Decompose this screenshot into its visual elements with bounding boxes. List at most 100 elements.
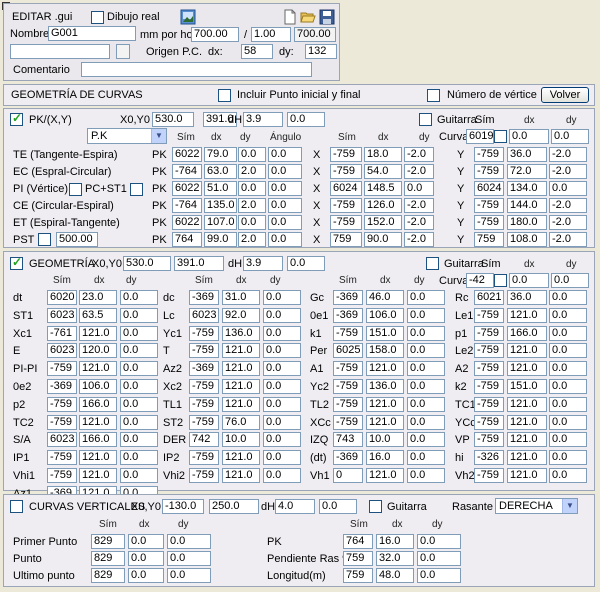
geom-cell[interactable]: 121.0 [507, 450, 547, 466]
pk-row-cell[interactable]: 6024 [330, 181, 362, 196]
geom-cell[interactable]: 10.0 [366, 432, 404, 448]
pk-curva-input[interactable]: 6019 [466, 129, 494, 144]
ratio-input[interactable]: 1.00 [251, 27, 291, 42]
vert-cell[interactable]: 0.0 [417, 551, 461, 566]
pk-row-cell[interactable]: -2.0 [404, 232, 434, 247]
pk-row-cell[interactable]: 135.0 [204, 198, 237, 213]
pk-row-cell[interactable]: -2.0 [549, 215, 587, 230]
geom-cell[interactable]: 166.0 [79, 396, 117, 412]
pk-row-cell[interactable]: 6024 [474, 181, 504, 196]
geom-cell[interactable]: 0.0 [407, 396, 445, 412]
pk-row-cell[interactable]: -2.0 [404, 147, 434, 162]
geom-cell[interactable]: 0.0 [407, 432, 445, 448]
pk-row-cell[interactable]: 0.0 [268, 232, 302, 247]
geom-cell[interactable]: 0.0 [549, 468, 587, 483]
pk-row-cell[interactable]: 36.0 [507, 147, 547, 162]
geom-cell[interactable]: -369 [47, 379, 77, 394]
origen-dx-input[interactable]: 58 [241, 44, 273, 59]
geom-cell[interactable]: -369 [333, 450, 363, 466]
geom-cell[interactable]: 23.0 [79, 290, 117, 305]
pk-row-cell[interactable]: 0.0 [238, 181, 266, 196]
geom-cell[interactable]: 743 [333, 432, 363, 448]
pk-row-cell[interactable]: 107.0 [204, 215, 237, 230]
geom-cell[interactable]: 151.0 [507, 379, 547, 394]
geom-cell[interactable]: 121.0 [507, 396, 547, 412]
pk-row-cell[interactable]: 0.0 [238, 147, 266, 162]
geom-cell[interactable]: 106.0 [79, 379, 117, 394]
pk-row-cell[interactable]: 54.0 [364, 164, 402, 179]
pk-row-cell[interactable]: 759 [474, 232, 504, 247]
geom-cell[interactable]: 0.0 [263, 325, 301, 341]
pst-checkbox[interactable] [38, 233, 51, 246]
vert-cell[interactable]: 48.0 [376, 568, 414, 583]
pk-row-cell[interactable]: 144.0 [507, 198, 547, 213]
geom-cell[interactable]: -759 [474, 468, 504, 483]
geom-cell[interactable]: 0.0 [120, 414, 158, 430]
geom-cell[interactable]: 36.0 [507, 290, 547, 305]
pk-row-cell[interactable]: -764 [172, 198, 202, 213]
geom-cell[interactable]: 0.0 [120, 343, 158, 359]
geom-curva-dx-input[interactable]: 0.0 [509, 273, 549, 288]
geom-cell[interactable]: 136.0 [366, 379, 404, 394]
geom-cell[interactable]: 121.0 [222, 396, 260, 412]
vert-cell[interactable]: 829 [91, 534, 125, 549]
pk-row-cell[interactable]: 0.0 [549, 181, 587, 196]
vert-cell[interactable]: 764 [343, 534, 373, 549]
pk-row-cell[interactable]: 108.0 [507, 232, 547, 247]
geom-cell[interactable]: -759 [333, 361, 363, 377]
pk-row-cell[interactable]: 134.0 [507, 181, 547, 196]
pk-row-cell[interactable]: -759 [330, 164, 362, 179]
geom-cell[interactable]: 0.0 [549, 379, 587, 394]
geom-cell[interactable]: 166.0 [507, 325, 547, 341]
pk-row-cell[interactable]: -2.0 [549, 232, 587, 247]
pk-row-cell[interactable]: 90.0 [364, 232, 402, 247]
geom-cell[interactable]: 0.0 [120, 379, 158, 394]
geom-cell[interactable]: -759 [474, 432, 504, 448]
volver-button[interactable]: Volver [541, 87, 589, 103]
geom-cell[interactable]: 6023 [47, 343, 77, 359]
pc-st1-checkbox-left[interactable] [69, 183, 82, 196]
verticales-guitarra-checkbox[interactable] [369, 500, 382, 513]
geom-cell[interactable]: 0.0 [549, 450, 587, 466]
geom-cell[interactable]: -759 [47, 450, 77, 466]
geom-cell[interactable]: -759 [47, 361, 77, 377]
geom-cell[interactable]: -759 [333, 414, 363, 430]
geom-checkbox[interactable] [10, 255, 23, 270]
pk-curva-checkbox[interactable] [494, 130, 507, 143]
geom-cell[interactable]: -759 [474, 325, 504, 341]
geom-cell[interactable]: 0.0 [263, 307, 301, 323]
pst-input[interactable]: 500.00 [56, 232, 98, 247]
geom-cell[interactable]: 0.0 [549, 361, 587, 377]
geom-cell[interactable]: 121.0 [222, 361, 260, 377]
geom-cell[interactable]: 0.0 [549, 290, 587, 305]
pk-row-cell[interactable]: 6022 [172, 181, 202, 196]
chevron-down-icon[interactable]: ▼ [562, 499, 577, 513]
geom-cell[interactable]: -759 [474, 396, 504, 412]
geom-cell[interactable]: -759 [189, 325, 219, 341]
geom-cell[interactable]: 0.0 [407, 343, 445, 359]
geom-y0-input[interactable]: 391.0 [174, 256, 224, 271]
pk-row-cell[interactable]: -759 [330, 198, 362, 213]
pk-row-cell[interactable]: -2.0 [404, 164, 434, 179]
geom-cell[interactable]: 0.0 [407, 468, 445, 483]
pk-row-cell[interactable]: 2.0 [238, 198, 266, 213]
pk-row-cell[interactable]: 764 [172, 232, 202, 247]
pk-curva-dy-input[interactable]: 0.0 [551, 129, 589, 144]
geom-cell[interactable]: -759 [189, 343, 219, 359]
vert-cell[interactable]: 0.0 [417, 534, 461, 549]
blank-field-1[interactable] [10, 44, 110, 59]
pk-row-cell[interactable]: 126.0 [364, 198, 402, 213]
pk-row-cell[interactable]: 0.0 [268, 181, 302, 196]
geom-cell[interactable]: -369 [189, 361, 219, 377]
pk-row-cell[interactable]: -764 [172, 164, 202, 179]
geom-cell[interactable]: 6021 [474, 290, 504, 305]
pk-row-cell[interactable]: 6022 [172, 147, 202, 162]
geom-cell[interactable]: 121.0 [79, 450, 117, 466]
open-folder-icon[interactable] [300, 9, 316, 25]
geom-cell[interactable]: 0.0 [120, 396, 158, 412]
pk-row-cell[interactable]: 148.5 [364, 181, 402, 196]
vert-cell[interactable]: 0.0 [128, 534, 164, 549]
geom-cell[interactable]: 0.0 [549, 343, 587, 359]
pk-row-cell[interactable]: 152.0 [364, 215, 402, 230]
pk-row-cell[interactable]: 51.0 [204, 181, 237, 196]
